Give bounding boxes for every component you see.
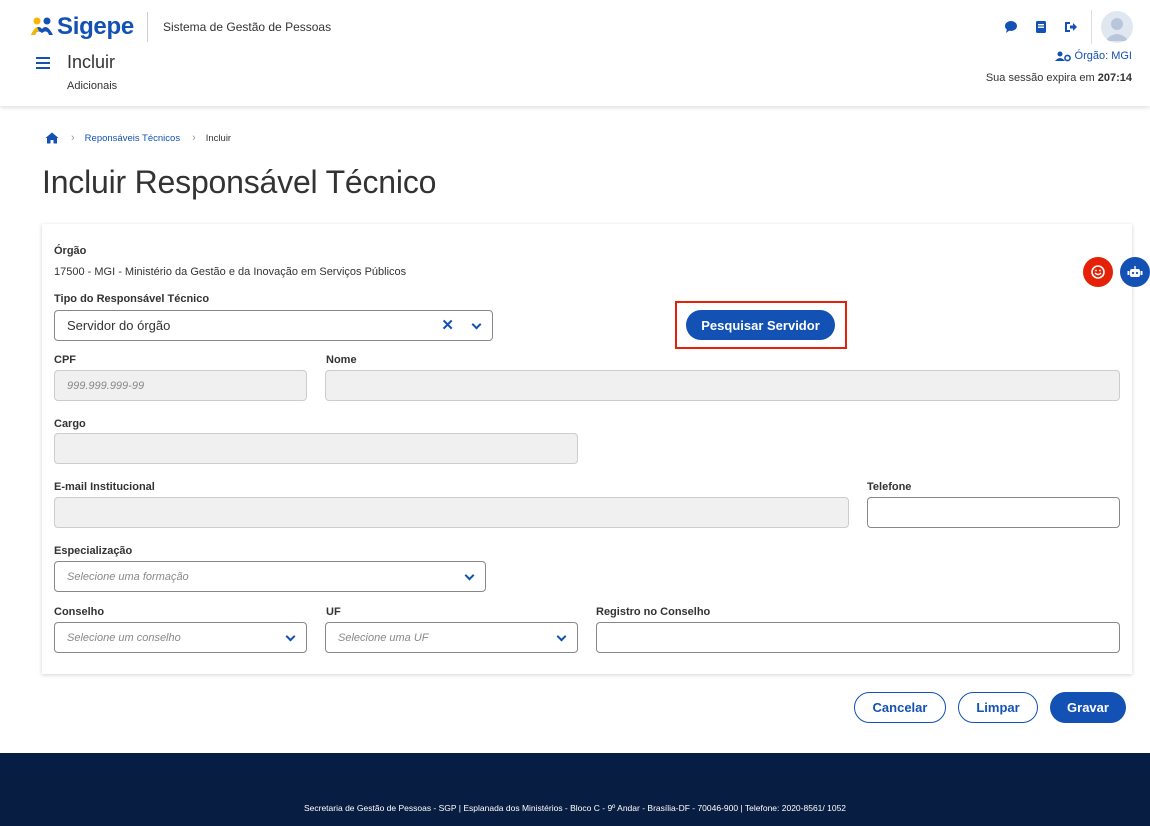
smiley-icon bbox=[1091, 265, 1105, 279]
chevron-down-icon bbox=[464, 570, 475, 580]
footer: Secretaria de Gestão de Pessoas - SGP | … bbox=[0, 753, 1150, 826]
cpf-input[interactable]: 999.999.999-99 bbox=[54, 370, 307, 401]
nome-label: Nome bbox=[326, 354, 357, 366]
breadcrumb-link-responsaveis[interactable]: Reponsáveis Técnicos bbox=[85, 133, 180, 144]
logout-icon[interactable] bbox=[1064, 20, 1078, 34]
avatar-divider bbox=[1091, 10, 1092, 44]
email-input[interactable] bbox=[54, 497, 849, 528]
session-prefix: Sua sessão expira em bbox=[985, 72, 1098, 84]
page-context-subtitle: Adicionais bbox=[67, 80, 118, 92]
chevron-down-icon bbox=[471, 319, 482, 329]
orgao-value: 17500 - MGI - Ministério da Gestão e da … bbox=[54, 266, 407, 278]
chevron-down-icon bbox=[285, 631, 296, 641]
especializacao-placeholder: Selecione uma formação bbox=[67, 570, 189, 583]
page-title: Incluir Responsável Técnico bbox=[42, 164, 437, 200]
cpf-placeholder: 999.999.999-99 bbox=[67, 379, 145, 392]
especializacao-label: Especialização bbox=[54, 545, 133, 557]
book-icon[interactable] bbox=[1034, 20, 1048, 34]
telefone-input[interactable] bbox=[867, 497, 1120, 528]
cpf-label: CPF bbox=[54, 354, 76, 366]
robot-icon bbox=[1127, 266, 1143, 277]
cargo-input[interactable] bbox=[54, 433, 578, 464]
breadcrumb: › Reponsáveis Técnicos › Incluir bbox=[45, 132, 231, 144]
session-timer: Sua sessão expira em 207:14 bbox=[986, 72, 1132, 84]
hamburger-menu-icon[interactable] bbox=[36, 57, 50, 69]
page-context-title: Incluir bbox=[67, 52, 116, 72]
tipo-value: Servidor do órgão bbox=[67, 318, 171, 333]
cancel-button[interactable]: Cancelar bbox=[854, 692, 946, 723]
logo-text: Sigepe bbox=[57, 13, 134, 40]
breadcrumb-current: Incluir bbox=[205, 132, 232, 144]
uf-placeholder: Selecione uma UF bbox=[338, 631, 429, 644]
conselho-select[interactable]: Selecione um conselho bbox=[54, 622, 307, 653]
sigepe-logo-icon bbox=[31, 17, 53, 35]
chatbot-button[interactable] bbox=[1120, 257, 1150, 287]
chevron-right-icon: › bbox=[192, 132, 196, 144]
tipo-select[interactable]: Servidor do órgão ✕ bbox=[54, 310, 493, 341]
chevron-right-icon: › bbox=[71, 132, 75, 144]
chevron-down-icon bbox=[556, 631, 567, 641]
home-icon[interactable] bbox=[45, 132, 59, 144]
especializacao-select[interactable]: Selecione uma formação bbox=[54, 561, 486, 592]
feedback-button[interactable] bbox=[1083, 257, 1113, 287]
user-avatar[interactable] bbox=[1101, 11, 1133, 43]
sigepe-logo[interactable]: Sigepe bbox=[30, 13, 134, 41]
org-selector[interactable]: Órgão: MGI bbox=[1054, 50, 1132, 62]
clear-button[interactable]: Limpar bbox=[958, 692, 1038, 723]
registro-label: Registro no Conselho bbox=[596, 606, 711, 618]
clear-icon[interactable]: ✕ bbox=[441, 317, 454, 334]
email-label: E-mail Institucional bbox=[54, 481, 155, 493]
system-name: Sistema de Gestão de Pessoas bbox=[163, 20, 332, 34]
conselho-label: Conselho bbox=[54, 606, 105, 618]
org-label: Órgão: MGI bbox=[1074, 50, 1132, 62]
user-avatar-icon bbox=[1105, 18, 1129, 41]
save-button[interactable]: Gravar bbox=[1050, 692, 1126, 723]
search-servidor-button[interactable]: Pesquisar Servidor bbox=[686, 310, 835, 340]
registro-input[interactable] bbox=[596, 622, 1120, 653]
conselho-placeholder: Selecione um conselho bbox=[67, 631, 181, 644]
orgao-label: Órgão bbox=[54, 245, 87, 257]
app-header: Sigepe Sistema de Gestão de Pessoas Incl… bbox=[0, 0, 1150, 106]
uf-label: UF bbox=[326, 606, 341, 618]
footer-address: Secretaria de Gestão de Pessoas - SGP | … bbox=[303, 803, 847, 813]
chat-icon[interactable] bbox=[1004, 20, 1018, 34]
header-divider bbox=[147, 12, 148, 42]
telefone-label: Telefone bbox=[867, 481, 912, 493]
session-time: 207:14 bbox=[1097, 72, 1132, 84]
users-cog-icon bbox=[1054, 51, 1071, 61]
nome-input[interactable] bbox=[325, 370, 1120, 401]
cargo-label: Cargo bbox=[54, 418, 86, 430]
uf-select[interactable]: Selecione uma UF bbox=[325, 622, 578, 653]
tipo-label: Tipo do Responsável Técnico bbox=[54, 293, 210, 305]
